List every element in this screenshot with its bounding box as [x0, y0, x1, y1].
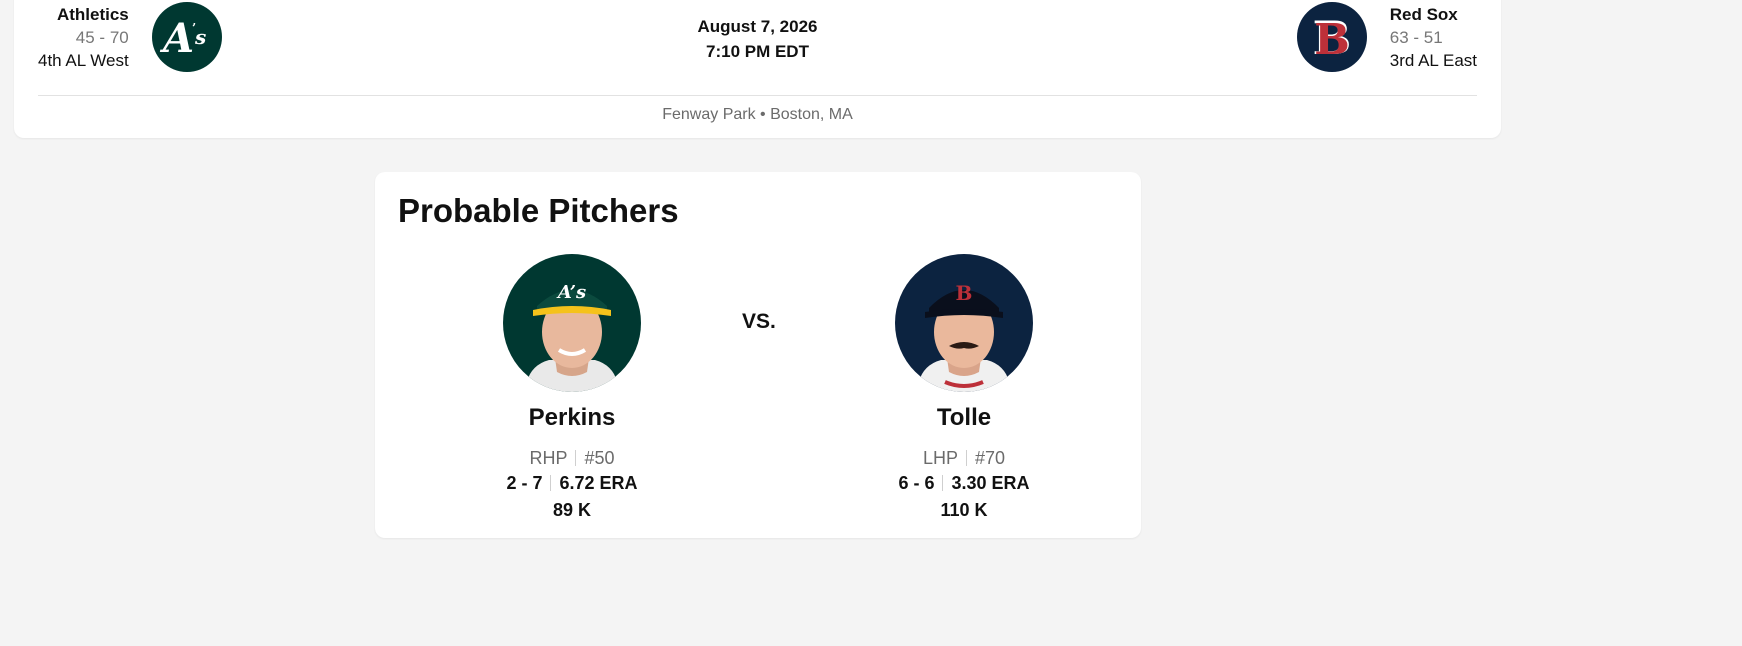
- separator: [942, 475, 944, 491]
- pitcher-name[interactable]: Tolle: [937, 404, 991, 432]
- game-header-card: Athletics 45 - 70 4th AL West A ’ s Augu…: [14, 0, 1501, 138]
- pitcher-record: 6 - 6: [898, 473, 935, 493]
- red-sox-logo-icon[interactable]: B B: [1296, 2, 1367, 72]
- probable-pitchers-card: Probable Pitchers A’s Perkins RHP #50 2 -…: [375, 172, 1141, 538]
- pitcher-strikeouts: 110 K: [940, 500, 988, 520]
- game-time: 7:10 PM EDT: [706, 42, 809, 61]
- venue-label: Fenway Park • Boston, MA: [662, 106, 853, 123]
- away-pitcher[interactable]: A’s Perkins RHP #50 2 - 7 6.72 ERA 89 K: [462, 254, 682, 523]
- home-team-record: 63 - 51: [1389, 27, 1443, 47]
- pitcher-stats: 6 - 6 3.30 ERA: [898, 470, 1029, 497]
- separator: [550, 475, 552, 491]
- pitcher-headshot[interactable]: A’s: [503, 254, 641, 392]
- pitcher-stats: 2 - 7 6.72 ERA: [506, 470, 637, 497]
- separator: [575, 450, 577, 466]
- pitcher-throws: LHP: [922, 448, 958, 468]
- vs-label: VS.: [742, 310, 776, 333]
- svg-text:B: B: [956, 281, 973, 305]
- pitcher-position: LHP #70: [923, 446, 1005, 470]
- section-title: Probable Pitchers: [398, 192, 679, 229]
- pitcher-era: 3.30 ERA: [951, 473, 1030, 493]
- pitcher-position: RHP #50: [529, 446, 614, 470]
- svg-text:B: B: [1314, 15, 1350, 64]
- pitcher-throws: RHP: [529, 448, 568, 468]
- pitcher-record: 2 - 7: [506, 473, 543, 493]
- svg-text:A’s: A’s: [556, 282, 586, 303]
- home-pitcher[interactable]: B Tolle LHP #70 6 - 6 3.30 ERA 110 K: [854, 254, 1074, 523]
- pitcher-number: #70: [974, 448, 1006, 468]
- pitcher-strikeouts: 89 K: [552, 500, 592, 520]
- pitcher-era: 6.72 ERA: [559, 473, 638, 493]
- home-team-standing: 3rd AL East: [1389, 50, 1477, 70]
- pitcher-number: #50: [584, 448, 615, 468]
- game-date: August 7, 2026: [697, 17, 818, 36]
- divider: [38, 95, 1477, 96]
- home-team[interactable]: B B Red Sox 63 - 51 3rd AL East: [1296, 2, 1477, 72]
- pitcher-name[interactable]: Perkins: [529, 404, 616, 432]
- game-datetime: August 7, 2026 7:10 PM EDT: [14, 14, 1501, 64]
- pitcher-headshot[interactable]: B: [895, 254, 1033, 392]
- home-team-name: Red Sox: [1389, 4, 1458, 24]
- separator: [965, 450, 967, 466]
